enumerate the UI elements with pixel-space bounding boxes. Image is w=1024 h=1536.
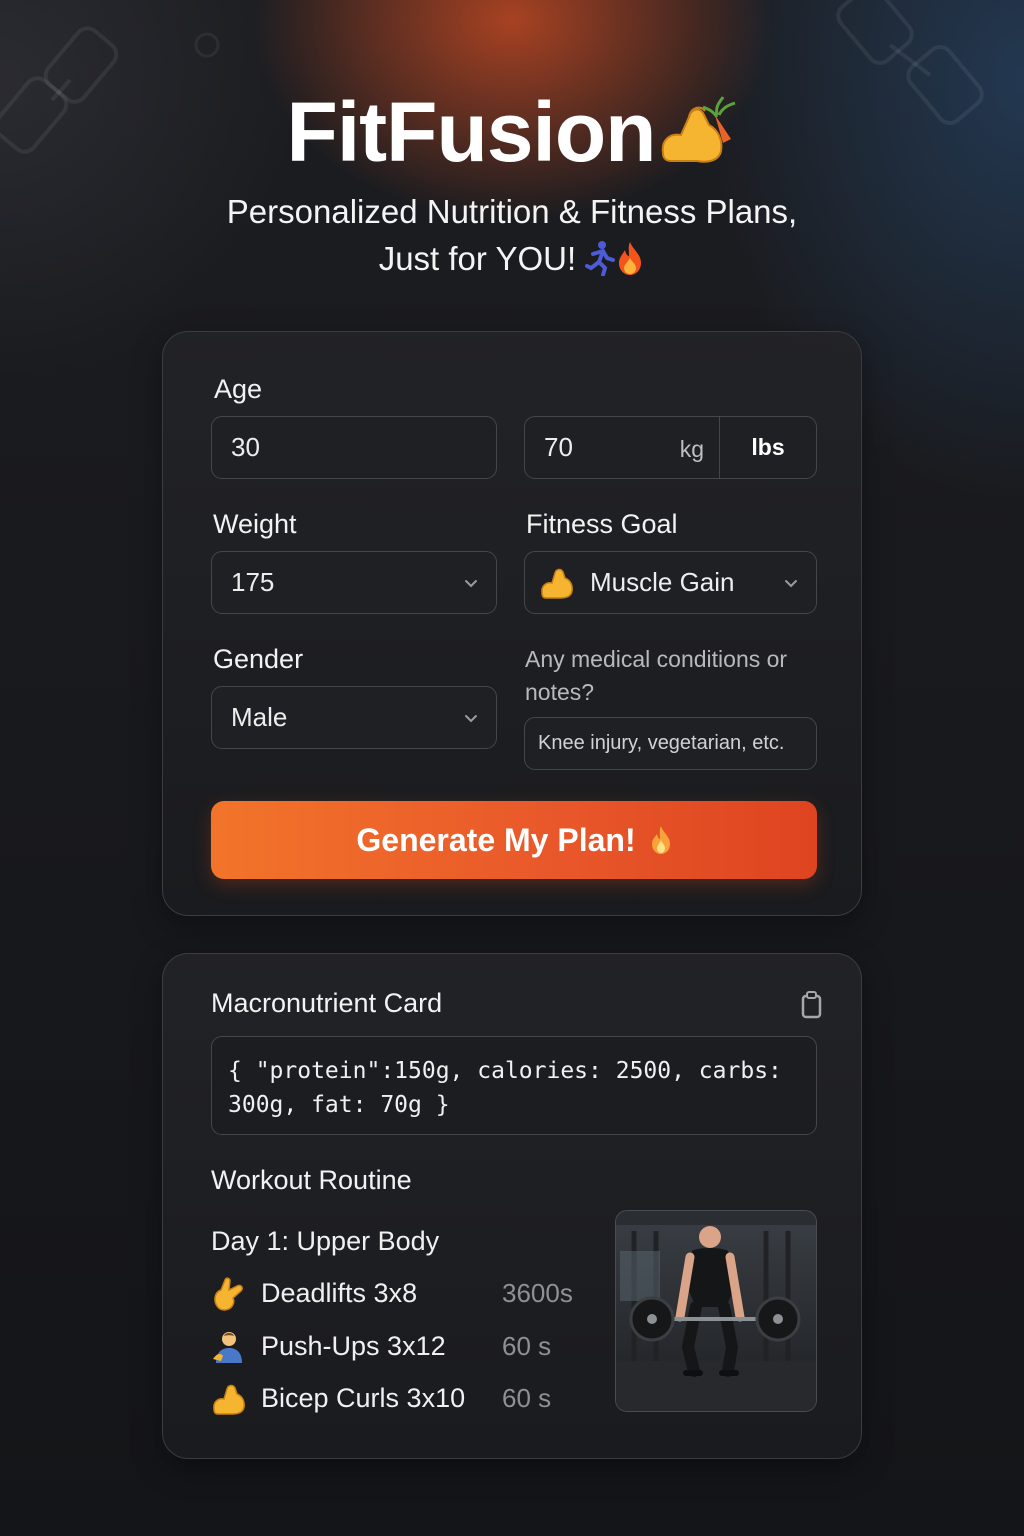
exercise-rest: 60 s bbox=[502, 1383, 552, 1413]
fire-icon bbox=[651, 826, 670, 854]
subtitle-line-1: Personalized Nutrition & Fitness Plans, bbox=[226, 193, 798, 230]
results-card: Macronutrient Card { "protein":150g, cal… bbox=[162, 953, 862, 1459]
weight-select[interactable]: 175 bbox=[211, 551, 497, 614]
subtitle-line-2: Just for YOU! bbox=[0, 235, 1024, 282]
flexed-biceps-icon bbox=[541, 568, 573, 599]
pinching-hand-icon bbox=[214, 1277, 243, 1311]
gender-value: Male bbox=[231, 702, 288, 732]
chevron-down-icon bbox=[785, 580, 797, 588]
age-input[interactable]: 30 bbox=[211, 416, 497, 479]
weight-unit-input[interactable]: 70 kg lbs bbox=[524, 416, 817, 479]
exercise-rest: 60 s bbox=[502, 1331, 552, 1361]
copy-icon[interactable] bbox=[799, 990, 825, 1020]
plan-form-card: Age 30 70 kg lbs Weight 175 Fitness Goal… bbox=[162, 331, 862, 916]
gender-label: Gender bbox=[213, 644, 304, 674]
workout-routine-title: Workout Routine bbox=[211, 1165, 412, 1195]
deadlift-illustration bbox=[616, 1211, 816, 1411]
fire-icon bbox=[619, 242, 642, 275]
weight-value: 175 bbox=[231, 567, 275, 597]
subtitle: Personalized Nutrition & Fitness Plans, … bbox=[0, 188, 1024, 282]
exercise-row: Push-Ups 3x12 60 s bbox=[211, 1327, 591, 1367]
macronutrient-output: { "protein":150g, calories: 2500, carbs:… bbox=[211, 1036, 817, 1135]
unit-kg-toggle[interactable]: kg bbox=[680, 436, 704, 463]
person-icon bbox=[213, 1332, 242, 1363]
notes-label: Any medical conditions or notes? bbox=[525, 646, 788, 705]
weight-label: Weight bbox=[213, 509, 297, 539]
generate-plan-label: Generate My Plan! bbox=[356, 821, 636, 858]
gender-select[interactable]: Male bbox=[211, 686, 497, 749]
exercise-row: Bicep Curls 3x10 60 s bbox=[211, 1379, 591, 1419]
exercise-name: Bicep Curls 3x10 bbox=[261, 1383, 466, 1413]
flexed-biceps-icon bbox=[213, 1384, 245, 1415]
age-value: 30 bbox=[231, 432, 260, 462]
unit-lbs-toggle[interactable]: lbs bbox=[720, 417, 816, 478]
generate-plan-button[interactable]: Generate My Plan! bbox=[211, 801, 817, 879]
chevron-down-icon bbox=[465, 580, 477, 588]
notes-input[interactable]: Knee injury, vegetarian, etc. bbox=[524, 717, 817, 770]
fitness-goal-label: Fitness Goal bbox=[526, 509, 678, 539]
day-title: Day 1: Upper Body bbox=[211, 1226, 440, 1256]
exercise-name: Deadlifts 3x8 bbox=[261, 1278, 418, 1308]
fitness-goal-select[interactable]: Muscle Gain bbox=[524, 551, 817, 614]
chevron-down-icon bbox=[465, 715, 477, 723]
app-screen: FitFusion Personalized Nutrition & Fitne… bbox=[0, 0, 1024, 1536]
app-title: FitFusion bbox=[0, 84, 1024, 181]
macronutrient-text: { "protein":150g, calories: 2500, carbs:… bbox=[228, 1058, 782, 1118]
deadlift-photo bbox=[615, 1210, 817, 1412]
exercise-rest: 3600s bbox=[502, 1278, 573, 1308]
age-label: Age bbox=[214, 374, 263, 404]
app-title-text: FitFusion bbox=[286, 85, 657, 179]
exercise-row: Deadlifts 3x8 3600s bbox=[211, 1274, 591, 1314]
exercise-name: Push-Ups 3x12 bbox=[261, 1331, 446, 1361]
subtitle-line-2-text: Just for YOU! bbox=[378, 240, 577, 277]
flexed-biceps-carrot-icon bbox=[662, 96, 736, 163]
notes-placeholder: Knee injury, vegetarian, etc. bbox=[538, 732, 785, 754]
runner-icon bbox=[585, 241, 616, 276]
ring-decoration-icon bbox=[194, 32, 220, 58]
macronutrient-card-title: Macronutrient Card bbox=[211, 988, 443, 1018]
